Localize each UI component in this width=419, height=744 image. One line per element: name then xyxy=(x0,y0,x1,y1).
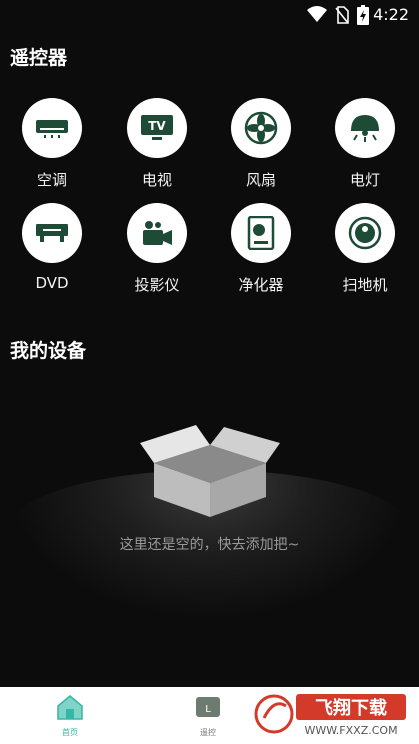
device-tv[interactable]: TV 电视 xyxy=(112,98,202,190)
projector-icon xyxy=(127,203,187,263)
tab-home[interactable]: 首页 xyxy=(40,693,100,738)
device-label: 空调 xyxy=(36,171,67,189)
device-robot-vacuum[interactable]: 扫地机 xyxy=(320,203,410,295)
battery-charging-icon xyxy=(357,5,369,25)
empty-box-icon xyxy=(140,425,280,517)
svg-text:TV: TV xyxy=(148,119,166,133)
device-label: 扫地机 xyxy=(342,276,388,294)
tab-label: 首页 xyxy=(62,728,78,737)
device-dvd[interactable]: DVD xyxy=(7,203,97,292)
air-conditioner-icon xyxy=(22,98,82,158)
svg-text:L: L xyxy=(205,704,211,715)
air-purifier-icon xyxy=(231,203,291,263)
tv-icon: TV xyxy=(127,98,187,158)
tab-remote[interactable]: L 遥控 xyxy=(178,693,238,738)
device-projector[interactable]: 投影仪 xyxy=(112,203,202,295)
remote-section-title: 遥控器 xyxy=(10,47,68,69)
dvd-player-icon xyxy=(22,203,82,263)
tab-label: 遥控 xyxy=(200,728,216,737)
device-label: DVD xyxy=(35,274,69,292)
watermark-title: 飞翔下载 xyxy=(315,697,387,719)
clock: 4:22 xyxy=(373,5,409,24)
device-label: 电灯 xyxy=(349,171,380,189)
empty-state-text: 这里还是空的，快去添加把~ xyxy=(119,537,300,553)
watermark-logo: 飞翔下载 WWW.FXXZ.COM xyxy=(252,688,412,740)
status-bar: 4:22 xyxy=(0,0,419,30)
device-lamp[interactable]: 电灯 xyxy=(320,98,410,190)
device-label: 净化器 xyxy=(238,276,284,294)
fan-icon xyxy=(231,98,291,158)
robot-vacuum-icon xyxy=(335,203,395,263)
device-air-conditioner[interactable]: 空调 xyxy=(7,98,97,190)
lamp-icon xyxy=(335,98,395,158)
remote-icon: L xyxy=(196,697,220,717)
device-label: 风扇 xyxy=(245,171,276,189)
home-icon xyxy=(57,695,83,720)
wifi-icon xyxy=(307,6,327,22)
device-purifier[interactable]: 净化器 xyxy=(216,203,306,295)
no-sim-icon xyxy=(335,6,349,24)
device-fan[interactable]: 风扇 xyxy=(216,98,306,190)
device-label: 投影仪 xyxy=(134,276,180,294)
my-devices-title: 我的设备 xyxy=(10,340,87,362)
watermark-url: WWW.FXXZ.COM xyxy=(304,724,397,737)
device-label: 电视 xyxy=(141,171,172,189)
